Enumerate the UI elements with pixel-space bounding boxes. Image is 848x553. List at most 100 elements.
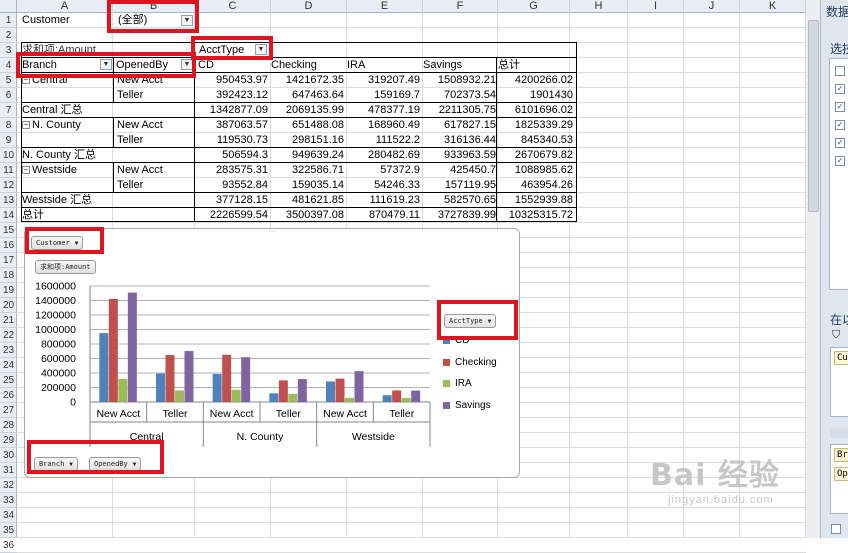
- y-tick-label: 1000000: [35, 324, 76, 336]
- column-header-j[interactable]: J: [684, 0, 740, 13]
- x-group-label: Westside: [352, 431, 395, 443]
- baidu-watermark: Bai 经验 jingyan.baidu.com: [650, 450, 820, 520]
- bar-cd-5: [382, 395, 392, 402]
- row-header-17[interactable]: 17: [0, 253, 17, 268]
- bar-savings-4: [354, 371, 364, 402]
- defer-update-checkbox[interactable]: [831, 524, 841, 534]
- row-area-box: Br Op: [830, 444, 848, 514]
- x-category-label: New Acct: [210, 408, 254, 420]
- bar-savings-1: [184, 351, 194, 402]
- legend-swatch-checking: [443, 358, 450, 366]
- x-category-label: New Acct: [96, 408, 140, 420]
- x-group-label: Central: [130, 431, 164, 443]
- row-header-3[interactable]: 3: [0, 43, 17, 58]
- column-header-h[interactable]: H: [570, 0, 628, 13]
- x-category-label: Teller: [389, 408, 415, 420]
- row-header-24[interactable]: 24: [0, 358, 17, 373]
- filter-icon: ⛉: [832, 329, 841, 341]
- bar-checking-5: [392, 390, 402, 402]
- row-header-29[interactable]: 29: [0, 433, 17, 448]
- bar-ira-5: [401, 398, 411, 402]
- legend-item-checking: Checking: [443, 357, 497, 369]
- row-header-20[interactable]: 20: [0, 298, 17, 313]
- bar-checking-3: [278, 380, 288, 402]
- bar-ira-4: [345, 397, 354, 402]
- row-header-33[interactable]: 33: [0, 493, 17, 508]
- pivot-chart[interactable]: Customer ▼ 求和项:Amount AcctType ▼ Branch ▼ O…: [24, 228, 520, 478]
- row-header-10[interactable]: 10: [0, 148, 17, 163]
- field-checkbox-2[interactable]: ✓: [835, 84, 845, 94]
- row-header-16[interactable]: 16: [0, 238, 17, 253]
- pivot-table-frame: [21, 42, 577, 222]
- row-header-15[interactable]: 15: [0, 223, 17, 238]
- row-header-25[interactable]: 25: [0, 373, 17, 388]
- row-header-11[interactable]: 11: [0, 163, 17, 178]
- row-header-14[interactable]: 14: [0, 208, 17, 223]
- field-list-pane: 数据 选技 ✓ ✓ ✓ ✓ ✓ 在以 ⛉ Cu Br Op: [820, 0, 848, 538]
- row-header-5[interactable]: 5: [0, 73, 17, 88]
- row-header-9[interactable]: 9: [0, 133, 17, 148]
- column-header-d[interactable]: D: [271, 0, 347, 13]
- column-header-a[interactable]: A: [17, 0, 113, 13]
- legend-swatch-ira: [443, 379, 450, 387]
- page-filter-value[interactable]: (全部): [118, 13, 178, 28]
- chart-plot-svg: 1600000 1400000 1200000 1000000 800000 600000…: [35, 229, 431, 477]
- row-header-19[interactable]: 19: [0, 283, 17, 298]
- field-checkbox-1[interactable]: [835, 66, 845, 76]
- row-header-35[interactable]: 35: [0, 523, 17, 538]
- row-header-23[interactable]: 23: [0, 343, 17, 358]
- column-header-b[interactable]: B: [113, 0, 195, 13]
- row-header-27[interactable]: 27: [0, 403, 17, 418]
- row-header-30[interactable]: 30: [0, 448, 17, 463]
- field-checkbox-4[interactable]: ✓: [835, 120, 845, 130]
- row-header-8[interactable]: 8: [0, 118, 17, 133]
- row-header-13[interactable]: 13: [0, 193, 17, 208]
- row-header-26[interactable]: 26: [0, 388, 17, 403]
- row-header-1[interactable]: 1: [0, 13, 17, 28]
- bar-cd-3: [269, 393, 279, 402]
- scrollbar-thumb[interactable]: [808, 20, 819, 212]
- column-header-c[interactable]: C: [195, 0, 271, 13]
- column-header-i[interactable]: I: [628, 0, 684, 13]
- bar-savings-0: [127, 292, 137, 402]
- row-header-6[interactable]: 6: [0, 88, 17, 103]
- select-all-corner[interactable]: [0, 0, 17, 13]
- field-checkbox-3[interactable]: ✓: [835, 102, 845, 112]
- legend-item-savings: Savings: [443, 400, 491, 412]
- y-tick-label: 1600000: [35, 281, 76, 293]
- resize-handle: ···: [269, 229, 276, 235]
- row-header-32[interactable]: 32: [0, 478, 17, 493]
- row-header-21[interactable]: 21: [0, 313, 17, 328]
- legend-swatch-savings: [443, 401, 450, 409]
- column-header-k[interactable]: K: [740, 0, 806, 13]
- row-header-36[interactable]: 36: [0, 538, 17, 553]
- filter-customer-chip[interactable]: Cu: [834, 351, 848, 365]
- bar-checking-1: [165, 355, 175, 402]
- column-header-e[interactable]: E: [347, 0, 423, 13]
- row-header-12[interactable]: 12: [0, 178, 17, 193]
- column-header-f[interactable]: F: [423, 0, 498, 13]
- row-header-31[interactable]: 31: [0, 463, 17, 478]
- filter-area-box: Cu: [830, 347, 848, 417]
- y-tick-label: 1400000: [35, 295, 76, 307]
- bar-cd-0: [99, 333, 109, 402]
- row-header-28[interactable]: 28: [0, 418, 17, 433]
- page-filter-dropdown-icon[interactable]: ▼: [181, 15, 193, 26]
- row-header-2[interactable]: 2: [0, 28, 17, 43]
- row-header-34[interactable]: 34: [0, 508, 17, 523]
- row-branch-chip[interactable]: Br: [834, 448, 848, 462]
- row-header-22[interactable]: 22: [0, 328, 17, 343]
- x-category-label: Teller: [276, 408, 302, 420]
- row-header-7[interactable]: 7: [0, 103, 17, 118]
- y-tick-label: 1200000: [35, 310, 76, 322]
- resize-handle: ···: [269, 474, 276, 477]
- y-tick-label: 800000: [41, 339, 76, 351]
- bar-cd-4: [326, 381, 335, 402]
- field-checkbox-5[interactable]: ✓: [835, 138, 845, 148]
- row-header-4[interactable]: 4: [0, 58, 17, 73]
- field-checkbox-6[interactable]: ✓: [835, 156, 845, 166]
- row-header-18[interactable]: 18: [0, 268, 17, 283]
- row-openedby-chip[interactable]: Op: [834, 467, 848, 481]
- column-header-g[interactable]: G: [498, 0, 570, 13]
- watermark-url: jingyan.baidu.com: [668, 494, 774, 506]
